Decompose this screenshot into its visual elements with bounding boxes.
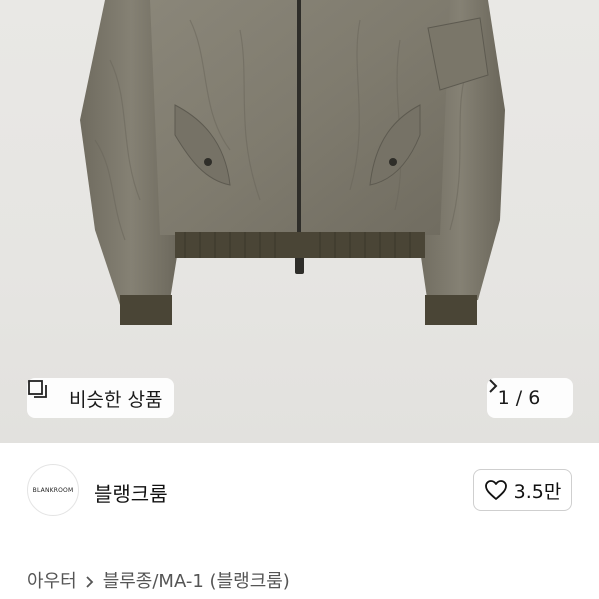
like-count: 3.5만 (513, 480, 562, 503)
breadcrumb-item-outer[interactable]: 아우터 (27, 567, 77, 593)
brand-name[interactable]: 블랭크룸 (94, 478, 168, 507)
brand-logo-text: BLANKROOM (32, 486, 74, 494)
similar-items-label: 비슷한 상품 (69, 388, 163, 411)
heart-outline-icon (484, 480, 507, 500)
brand-row: BLANKROOM 블랭크룸 3.5만 (0, 443, 599, 539)
jacket-photo (80, 0, 505, 325)
like-button[interactable]: 3.5만 (473, 469, 572, 511)
similar-items-button[interactable]: 비슷한 상품 (27, 378, 175, 418)
product-image[interactable]: 비슷한 상품 1 / 6 (0, 0, 599, 443)
chevron-right-icon (85, 573, 95, 588)
brand-logo[interactable]: BLANKROOM (27, 464, 79, 516)
breadcrumb: 아우터 블루종/MA-1 (블랭크룸) (27, 568, 290, 592)
image-page-count: 1 / 6 (497, 387, 541, 409)
breadcrumb-item-category[interactable]: 블루종/MA-1 (블랭크룸) (103, 567, 290, 593)
image-page-indicator[interactable]: 1 / 6 (487, 378, 573, 418)
chevron-right-icon (489, 379, 562, 406)
similar-items-icon (28, 380, 61, 409)
